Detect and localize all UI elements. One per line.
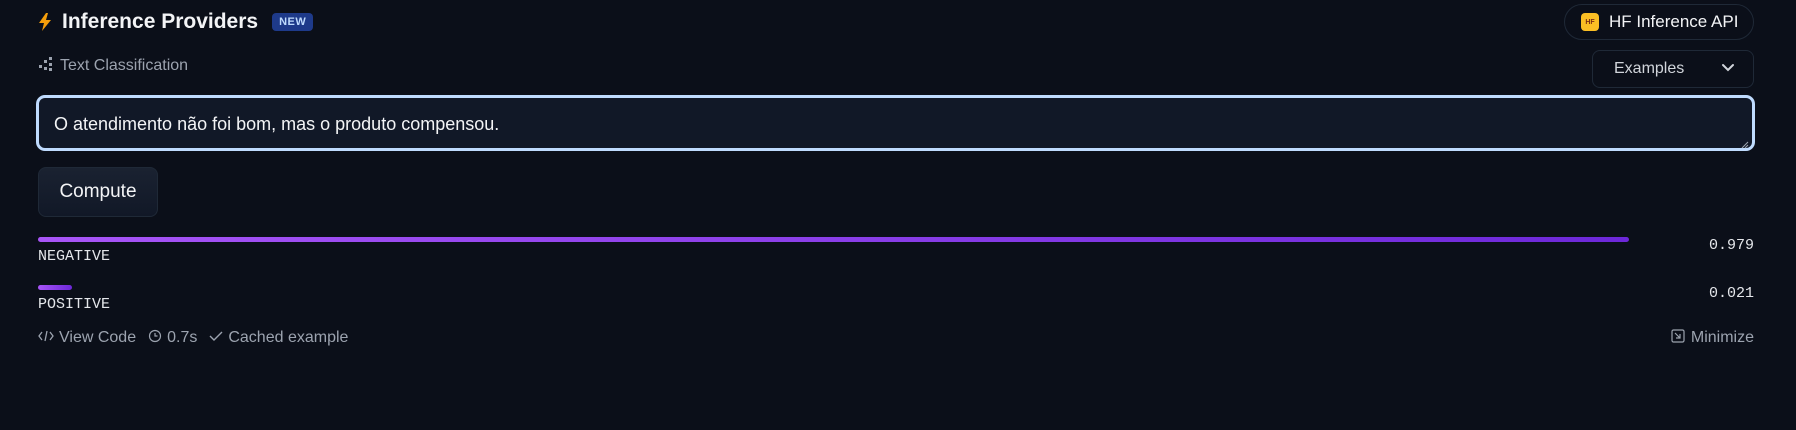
task-grid-icon [38, 56, 54, 77]
compute-label: Compute [59, 181, 137, 202]
cached-label: Cached example [228, 329, 349, 346]
lightning-icon [38, 12, 54, 32]
new-badge: NEW [272, 13, 314, 31]
view-code-label: View Code [59, 329, 137, 346]
result-label: NEGATIVE [38, 248, 111, 265]
chevron-down-icon [1721, 60, 1735, 78]
hf-logo-icon: HF [1581, 13, 1599, 31]
result-row-positive: POSITIVE 0.021 [38, 285, 1754, 325]
examples-label: Examples [1614, 60, 1685, 77]
inference-widget: Inference Providers NEW HF HF Inference … [0, 0, 1796, 430]
resize-handle-icon[interactable] [1740, 136, 1749, 149]
score-bar [38, 237, 1629, 242]
minimize-icon [1671, 328, 1685, 348]
provider-select-button[interactable]: HF HF Inference API [1564, 4, 1754, 40]
clock-icon [148, 329, 162, 348]
examples-dropdown[interactable]: Examples [1592, 50, 1754, 88]
result-label: POSITIVE [38, 296, 111, 313]
minimize-button[interactable]: Minimize [1671, 328, 1754, 348]
cached-indicator: Cached example [209, 329, 348, 347]
text-input[interactable]: O atendimento não foi bom, mas o produto… [36, 95, 1755, 151]
compute-button[interactable]: Compute [38, 167, 158, 217]
code-icon [38, 329, 54, 347]
widget-footer: View Code 0.7s Cached example [38, 328, 348, 348]
compute-time: 0.7s [148, 329, 197, 348]
provider-label: HF Inference API [1609, 12, 1739, 31]
widget-title: Inference Providers [62, 10, 259, 33]
score-bar-track [38, 285, 1738, 290]
view-code-link[interactable]: View Code [38, 329, 136, 347]
task-type: Text Classification [38, 56, 188, 76]
result-score: 0.979 [1708, 237, 1754, 254]
input-value: O atendimento não foi bom, mas o produto… [54, 114, 500, 134]
score-bar [38, 285, 72, 290]
result-score: 0.021 [1708, 285, 1754, 302]
minimize-label: Minimize [1690, 329, 1754, 346]
widget-header: Inference Providers NEW [38, 8, 314, 36]
result-row-negative: NEGATIVE 0.979 [38, 237, 1754, 277]
check-icon [209, 329, 223, 347]
score-bar-track [38, 237, 1738, 242]
task-label: Text Classification [60, 57, 189, 74]
compute-time-label: 0.7s [167, 329, 198, 346]
